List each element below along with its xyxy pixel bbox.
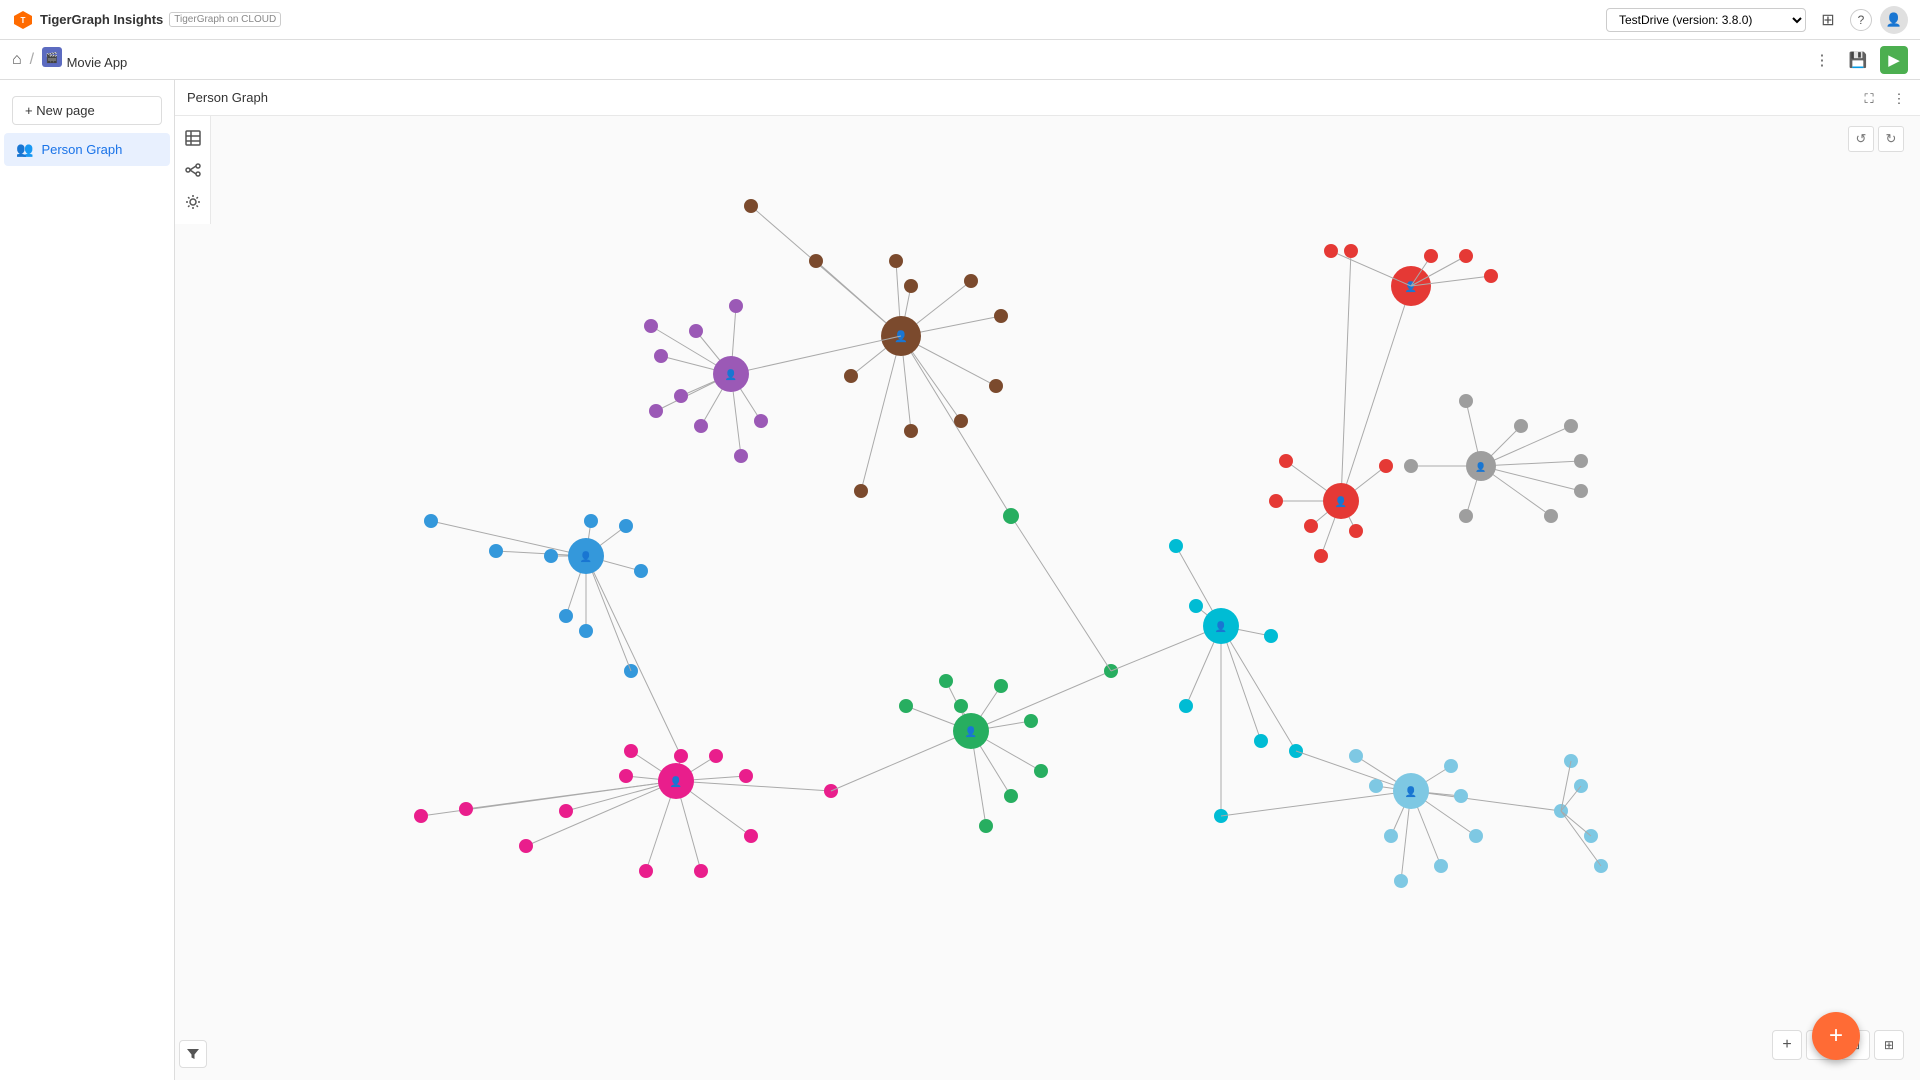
svg-text:👤: 👤 [725, 368, 737, 381]
graph-more-btn[interactable]: ⋮ [1886, 86, 1912, 112]
layout-btn[interactable] [179, 156, 207, 184]
app-name-area: 🎬 Movie App [42, 47, 127, 72]
svg-text:👤: 👤 [1335, 495, 1347, 508]
svg-text:👤: 👤 [1405, 785, 1417, 798]
redo-btn[interactable]: ↻ [1878, 126, 1904, 152]
help-icon-btn[interactable]: ? [1850, 9, 1872, 31]
fullscreen-btn[interactable]: ⛶ [1856, 86, 1882, 112]
filter-btn[interactable] [179, 1040, 207, 1068]
cloud-label: TigerGraph on CLOUD [169, 12, 281, 27]
save-btn[interactable]: 💾 [1844, 46, 1872, 74]
svg-text:👤: 👤 [670, 775, 682, 788]
sidebar-item-person-graph[interactable]: 👥 Person Graph [4, 133, 170, 166]
play-btn[interactable]: ▶ [1880, 46, 1908, 74]
tigergraph-logo-icon: T [12, 9, 34, 31]
sidebar-item-label: Person Graph [41, 142, 122, 157]
movie-app-icon: 🎬 [42, 47, 62, 67]
settings-btn[interactable] [179, 188, 207, 216]
svg-text:T: T [21, 16, 26, 25]
svg-text:👤: 👤 [965, 725, 977, 738]
version-select[interactable]: TestDrive (version: 3.8.0) [1606, 8, 1806, 32]
svg-text:🎬: 🎬 [46, 51, 58, 64]
svg-text:👤: 👤 [1475, 461, 1486, 472]
svg-text:👤: 👤 [580, 550, 592, 563]
more-options-btn[interactable]: ⋮ [1808, 46, 1836, 74]
user-avatar[interactable]: 👤 [1880, 6, 1908, 34]
graph-title: Person Graph [187, 90, 268, 105]
svg-text:👤: 👤 [1215, 620, 1227, 633]
home-icon[interactable]: ⌂ [12, 51, 22, 69]
new-page-button[interactable]: + New page [12, 96, 162, 125]
app-label: Movie App [67, 55, 128, 70]
app-name-label: TigerGraph Insights [40, 12, 163, 27]
table-view-btn[interactable] [179, 124, 207, 152]
zoom-reset-btn[interactable]: ⊞ [1874, 1030, 1904, 1060]
logo-area: T TigerGraph Insights TigerGraph on CLOU… [12, 9, 281, 31]
zoom-in-btn[interactable]: + [1772, 1030, 1802, 1060]
breadcrumb-separator: / [30, 51, 34, 69]
person-graph-icon: 👥 [16, 141, 33, 158]
svg-text:👤: 👤 [1405, 280, 1417, 293]
add-widget-fab[interactable]: + [1812, 1012, 1860, 1060]
undo-btn[interactable]: ↺ [1848, 126, 1874, 152]
grid-icon-btn[interactable]: ⊞ [1814, 6, 1842, 34]
